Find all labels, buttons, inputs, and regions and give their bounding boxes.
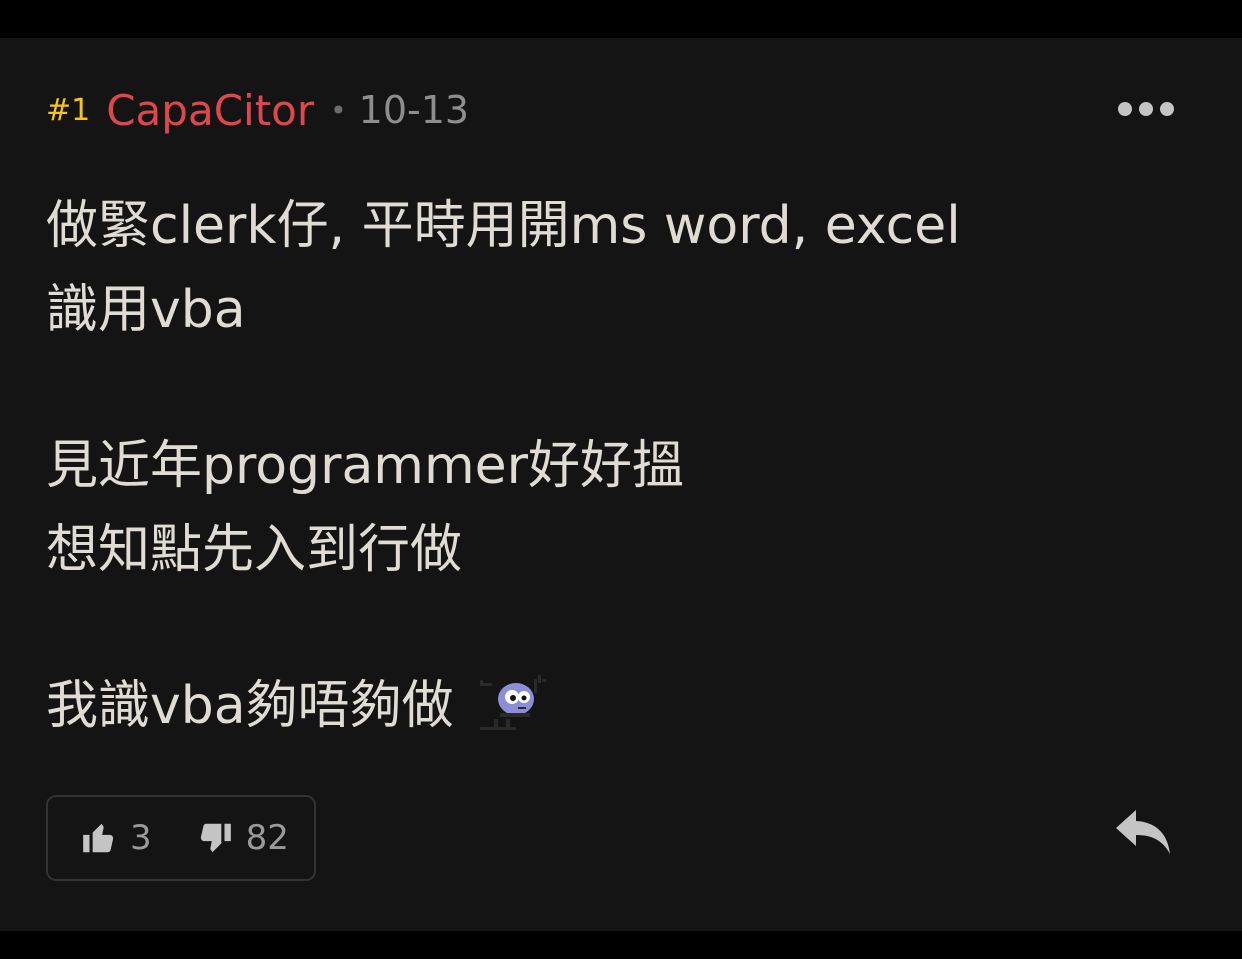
more-horizontal-icon-dot: [1139, 102, 1153, 116]
body-line: 見近年programmer好好搵: [46, 436, 684, 496]
dislike-count: 82: [245, 818, 289, 858]
post-header: #1 CapaCitor • 10-13: [46, 84, 469, 136]
body-line-text: 我識vba夠唔夠做: [46, 676, 454, 736]
reply-button[interactable]: [1112, 806, 1174, 858]
more-horizontal-icon-dot: [1160, 102, 1174, 116]
vote-box: 3 82: [46, 795, 316, 881]
body-line: 識用vba: [46, 280, 246, 340]
thumbs-up-icon: [83, 823, 114, 853]
more-horizontal-icon: [1118, 102, 1132, 116]
like-count: 3: [130, 818, 152, 858]
body-blank-line: [46, 592, 1196, 664]
bottom-strip: [0, 931, 1242, 959]
separator-dot: •: [330, 93, 347, 127]
post-body: 做緊clerk仔, 平時用開ms word, excel 識用vba 見近年pr…: [46, 184, 1196, 748]
body-line: 想知點先入到行做: [46, 520, 463, 580]
post-date: 10-13: [358, 88, 470, 132]
floor-number: #1: [46, 92, 91, 128]
body-blank-line: [46, 352, 1196, 424]
thumbs-down-icon: [200, 823, 231, 853]
thinking-sticker-icon: [476, 671, 552, 735]
reply-icon: [1116, 810, 1170, 854]
more-options-button[interactable]: [1110, 90, 1182, 128]
author-username[interactable]: CapaCitor: [106, 86, 314, 135]
like-button[interactable]: 3: [80, 818, 152, 858]
dislike-button[interactable]: 82: [196, 818, 289, 858]
top-strip: [0, 0, 1242, 38]
body-line-with-emoji: 我識vba夠唔夠做: [46, 664, 1196, 748]
body-line: 做緊clerk仔, 平時用開ms word, excel: [46, 196, 961, 256]
